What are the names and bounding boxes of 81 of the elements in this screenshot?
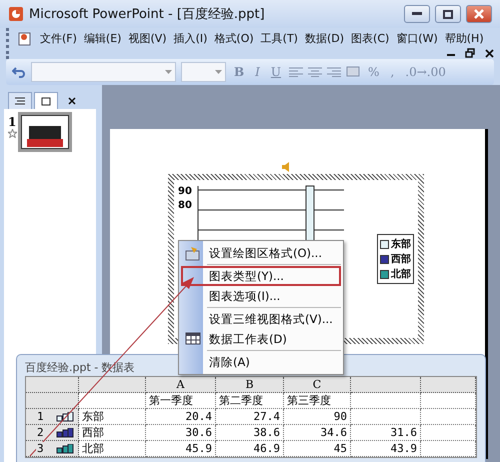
table-cell: 27.4 [216,409,284,425]
column-header[interactable]: A [146,377,216,393]
axis-tick: 80 [178,200,192,211]
slide-icon [41,96,51,106]
table-cell: 西部 [79,425,146,441]
table-cell: 34.6 [284,425,351,441]
slides-tab[interactable] [34,92,58,109]
menu-item[interactable]: 清除(A) [181,352,341,372]
column-header[interactable] [351,377,421,393]
close-icon[interactable] [485,48,494,58]
legend-label: 西部 [391,252,411,266]
menu-item[interactable]: 视图(V) [128,29,167,48]
table-cell: 北部 [79,441,146,457]
table-cell: 第一季度 [146,393,216,409]
menu-item[interactable]: 设置绘图区格式(O)... [181,243,341,263]
table-cell: 31.6 [351,425,421,441]
menu-item[interactable]: 设置三维视图格式(V)... [181,309,341,329]
slide-thumbnail[interactable] [21,115,69,149]
row-header[interactable]: 3 [26,441,79,457]
close-icon[interactable] [68,97,76,105]
menu-item[interactable]: 数据(D) [304,29,344,48]
table-cell: 45 [284,441,351,457]
menu-item[interactable]: 文件(F) [40,29,77,48]
menu-item[interactable]: 图表选项(I)... [181,286,341,306]
table-cell: 90 [284,409,351,425]
minimize-button[interactable] [404,5,430,23]
caret-icon [215,70,222,74]
table-cell [351,393,421,409]
menu-item[interactable]: 帮助(H) [444,29,484,48]
header-cell [79,377,146,393]
menu-item[interactable]: 数据工作表(D) [181,329,341,349]
minimize-icon [412,12,422,16]
table-cell [421,441,476,457]
table-cell: 46.9 [216,441,284,457]
axis-tick: 90 [178,186,192,197]
table-cell [421,425,476,441]
star-icon [8,129,17,138]
menu-item[interactable]: 图表(C) [351,29,390,48]
menu-item[interactable]: 工具(T) [260,29,298,48]
format-icon [185,246,201,261]
app-icon [8,6,24,22]
close-button[interactable] [466,5,492,23]
corner-cell [26,377,79,393]
menu-item[interactable]: 插入(I) [174,29,208,48]
maximize-button[interactable] [435,5,461,23]
table-cell [79,393,146,409]
table-cell [421,409,476,425]
table-icon [185,332,201,347]
column-header[interactable]: C [284,377,351,393]
table-cell: 43.9 [351,441,421,457]
table-cell: 30.6 [146,425,216,441]
table-cell: 第三季度 [284,393,351,409]
table-cell: 东部 [79,409,146,425]
table-cell: 45.9 [146,441,216,457]
table-cell: 20.4 [146,409,216,425]
column-header[interactable]: B [216,377,284,393]
window-title: Microsoft PowerPoint - [百度经验.ppt] [29,6,266,23]
table-cell: 38.6 [216,425,284,441]
outline-tab[interactable] [8,92,32,109]
header-cell [421,377,476,393]
legend-label: 北部 [391,268,411,281]
row-header[interactable]: 2 [26,425,79,441]
undo-icon[interactable] [12,65,26,79]
table-cell [421,393,476,409]
slide-number: 1 [8,115,17,129]
menu-item[interactable]: 图表类型(Y)... [181,266,341,286]
row-header[interactable]: 1 [26,409,79,425]
menu-item[interactable]: 窗口(W) [396,29,438,48]
close-icon [474,9,484,19]
menu-item[interactable]: 编辑(E) [84,29,122,48]
header-cell [26,393,79,409]
table-cell: 第二季度 [216,393,284,409]
sound-icon [281,162,291,172]
menu-item[interactable]: 格式(O) [214,29,254,48]
legend-label: 东部 [391,237,411,251]
document-icon [17,30,33,46]
caret-icon [165,70,172,74]
maximize-icon [443,10,453,18]
restore-icon[interactable] [465,48,475,58]
lines-icon [15,97,25,105]
table-cell [351,409,421,425]
